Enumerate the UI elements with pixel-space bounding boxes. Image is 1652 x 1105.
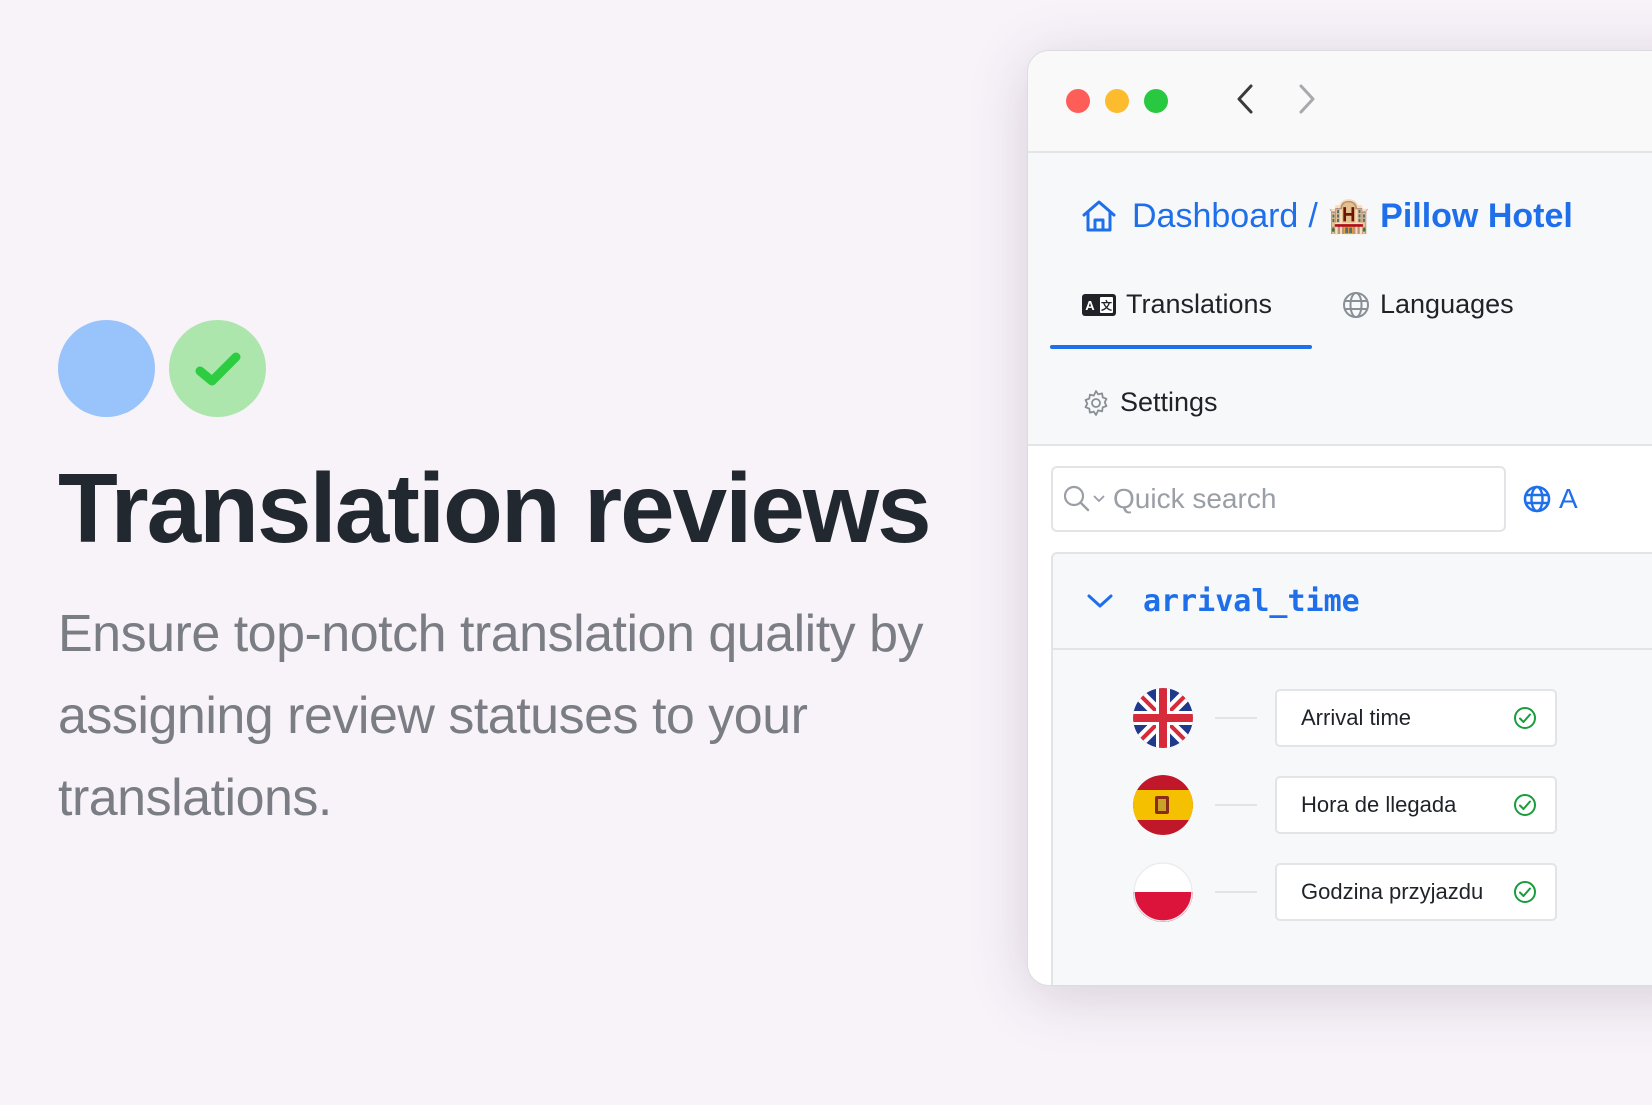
breadcrumb-project-link[interactable]: Pillow Hotel: [1380, 197, 1573, 236]
row-connector: [1215, 804, 1257, 806]
svg-text:A: A: [1085, 298, 1095, 313]
globe-icon: [1343, 291, 1369, 318]
app-window: Dashboard / 🏨 Pillow Hotel A 文 Translati…: [1027, 50, 1652, 986]
row-connector: [1215, 717, 1257, 719]
breadcrumb-dashboard-link[interactable]: Dashboard: [1132, 197, 1298, 236]
translation-text: Arrival time: [1301, 705, 1412, 730]
tab-settings[interactable]: Settings: [1082, 387, 1218, 418]
search-icon: [1063, 485, 1090, 512]
translation-row: Hora de llegada: [1133, 775, 1557, 835]
chevron-left-icon: [1237, 84, 1253, 113]
tab-languages-label: Languages: [1380, 289, 1514, 319]
tab-translations[interactable]: A 文 Translations: [1082, 289, 1272, 320]
reviewed-check-icon[interactable]: [1513, 706, 1537, 730]
chevron-down-icon[interactable]: [1087, 593, 1113, 609]
close-window-button[interactable]: [1066, 89, 1090, 113]
active-tab-indicator: [1050, 345, 1312, 349]
translation-text: Godzina przyjazdu: [1301, 879, 1484, 904]
hotel-icon: 🏨: [1327, 197, 1371, 235]
translation-cell-pl[interactable]: Godzina przyjazdu: [1275, 863, 1557, 921]
minimize-window-button[interactable]: [1105, 89, 1129, 113]
breadcrumb-separator: /: [1308, 196, 1318, 235]
translation-text: Hora de llegada: [1301, 792, 1457, 817]
translation-cell-es[interactable]: Hora de llegada: [1275, 776, 1557, 834]
chevron-right-icon: [1299, 84, 1315, 113]
globe-icon: [1523, 485, 1551, 513]
translations-content: Quick search A arrival_time Arrival time…: [1028, 446, 1652, 985]
reviewed-check-icon[interactable]: [1513, 880, 1537, 904]
translate-icon: A 文: [1082, 293, 1116, 316]
forward-button[interactable]: [1297, 83, 1317, 120]
check-icon: [195, 352, 240, 385]
languages-button-label: A: [1559, 483, 1578, 514]
hero-section: Translation reviews Ensure top-notch tra…: [58, 320, 978, 839]
tab-settings-label: Settings: [1120, 387, 1218, 417]
row-connector: [1215, 891, 1257, 893]
uk-flag-icon: [1133, 688, 1193, 748]
spain-flag-icon: [1133, 775, 1193, 835]
translation-row: Arrival time: [1133, 688, 1557, 748]
languages-button[interactable]: A: [1523, 483, 1578, 515]
hero-icons: [58, 320, 978, 417]
nav-arrows: [1235, 83, 1317, 120]
translation-cell-en[interactable]: Arrival time: [1275, 689, 1557, 747]
tab-languages[interactable]: Languages: [1342, 289, 1514, 320]
hero-title: Translation reviews: [58, 453, 932, 563]
hero-description: Ensure top-notch translation quality by …: [58, 605, 924, 827]
translation-key-card: arrival_time Arrival time Hora de llegad…: [1051, 552, 1652, 985]
maximize-window-button[interactable]: [1144, 89, 1168, 113]
window-titlebar: [1028, 51, 1652, 153]
reviewed-check-icon[interactable]: [1513, 793, 1537, 817]
search-placeholder: Quick search: [1113, 483, 1277, 514]
breadcrumb: Dashboard / 🏨 Pillow Hotel: [1080, 196, 1573, 236]
key-header[interactable]: arrival_time: [1053, 554, 1652, 650]
poland-flag-icon: [1133, 862, 1193, 922]
green-check-circle-icon: [169, 320, 266, 417]
gear-icon: [1084, 389, 1108, 416]
key-name: arrival_time: [1143, 583, 1360, 619]
translation-row: Godzina przyjazdu: [1133, 862, 1557, 922]
back-button[interactable]: [1235, 83, 1255, 120]
quick-search-input[interactable]: Quick search: [1051, 466, 1506, 532]
home-icon: [1082, 200, 1116, 232]
svg-text:文: 文: [1101, 298, 1113, 312]
tab-translations-label: Translations: [1126, 289, 1273, 319]
blue-circle-icon: [58, 320, 155, 417]
chevron-down-icon: [1093, 495, 1105, 503]
